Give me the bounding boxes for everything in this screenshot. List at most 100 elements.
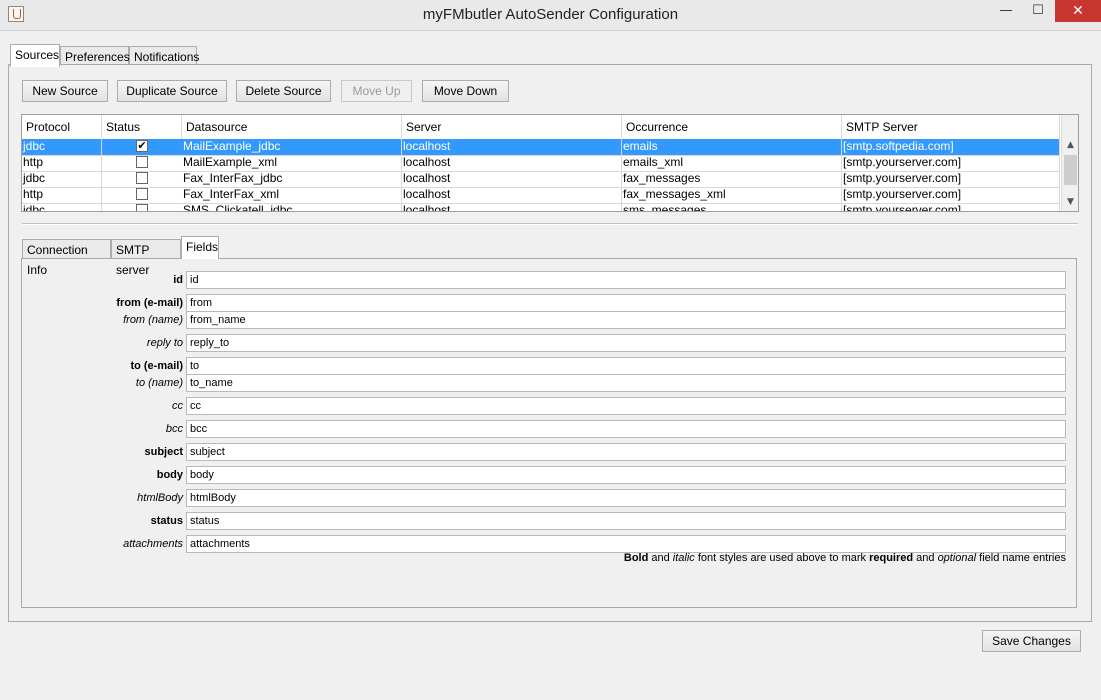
- table-header: Protocol Status Datasource Server Occurr…: [22, 115, 1060, 140]
- close-button[interactable]: ✕: [1055, 0, 1101, 22]
- column-header-datasource[interactable]: Datasource: [182, 115, 402, 139]
- body-field[interactable]: body: [186, 466, 1066, 484]
- window-title: myFMbutler AutoSender Configuration: [422, 6, 679, 23]
- scroll-up-icon[interactable]: ▲: [1062, 137, 1078, 154]
- note-text: field name entries: [976, 552, 1066, 564]
- tab-connection-info[interactable]: Connection Info: [22, 239, 111, 277]
- cell-datasource: Fax_InterFax_xml: [182, 187, 402, 203]
- cell-occurrence: fax_messages: [622, 171, 842, 187]
- label-reply-to: reply to: [146, 337, 183, 349]
- label-to-email: to (e-mail): [130, 360, 183, 372]
- cell-protocol: http: [22, 155, 102, 171]
- scroll-thumb[interactable]: [1064, 155, 1077, 185]
- cell-datasource: Fax_InterFax_jdbc: [182, 171, 402, 187]
- bcc-field[interactable]: bcc: [186, 420, 1066, 438]
- splitter[interactable]: [22, 223, 1078, 225]
- label-from-name: from (name): [123, 314, 183, 326]
- cell-occurrence: sms_messages: [622, 203, 842, 211]
- table-row[interactable]: jdbc SMS_Clickatell_jdbc localhost sms_m…: [22, 203, 1060, 211]
- note-text: and: [913, 552, 938, 564]
- status-checkbox[interactable]: [136, 188, 148, 200]
- table-row[interactable]: http Fax_InterFax_xml localhost fax_mess…: [22, 187, 1060, 204]
- move-down-button[interactable]: Move Down: [422, 80, 509, 102]
- note-text: and: [648, 552, 673, 564]
- label-id: id: [173, 274, 183, 286]
- from-name-field[interactable]: from_name: [186, 311, 1066, 329]
- cell-smtp-server: [smtp.yourserver.com]: [842, 155, 1060, 171]
- label-body: body: [156, 469, 183, 481]
- delete-source-button[interactable]: Delete Source: [236, 80, 331, 102]
- table-row[interactable]: jdbc Fax_InterFax_jdbc localhost fax_mes…: [22, 171, 1060, 188]
- table-row[interactable]: jdbc ✔ MailExample_jdbc localhost emails…: [22, 139, 1060, 156]
- label-cc: cc: [172, 400, 183, 412]
- table-row[interactable]: http MailExample_xml localhost emails_xm…: [22, 155, 1060, 172]
- scroll-down-icon[interactable]: ▼: [1062, 194, 1078, 211]
- status-field[interactable]: status: [186, 512, 1066, 530]
- tab-fields[interactable]: Fields: [181, 236, 219, 259]
- column-header-occurrence[interactable]: Occurrence: [622, 115, 842, 139]
- cell-smtp-server: [smtp.yourserver.com]: [842, 187, 1060, 203]
- label-html-body: htmlBody: [137, 492, 183, 504]
- note-text: font styles are used above to mark: [694, 552, 870, 564]
- tab-sources[interactable]: Sources: [10, 44, 60, 67]
- title-bar: myFMbutler AutoSender Configuration — ☐ …: [0, 0, 1101, 31]
- cell-occurrence: fax_messages_xml: [622, 187, 842, 203]
- label-attachments: attachments: [123, 538, 183, 550]
- status-checkbox[interactable]: [136, 172, 148, 184]
- cell-server: localhost: [402, 171, 622, 187]
- cell-protocol: jdbc: [22, 203, 102, 211]
- cell-occurrence: emails_xml: [622, 155, 842, 171]
- label-status: status: [150, 515, 183, 527]
- new-source-button[interactable]: New Source: [22, 80, 108, 102]
- save-changes-button[interactable]: Save Changes: [982, 630, 1081, 652]
- id-field[interactable]: id: [186, 271, 1066, 289]
- note-bold: Bold: [623, 552, 649, 564]
- note-optional: optional: [937, 552, 977, 564]
- cell-datasource: MailExample_jdbc: [182, 139, 402, 155]
- reply-to-field[interactable]: reply_to: [186, 334, 1066, 352]
- to-email-field[interactable]: to: [186, 357, 1066, 375]
- status-checkbox[interactable]: ✔: [136, 140, 148, 152]
- field-style-note: Bold and italic font styles are used abo…: [600, 552, 1066, 564]
- tab-notifications[interactable]: Notifications: [129, 46, 199, 66]
- cell-server: localhost: [402, 203, 622, 211]
- label-from-email: from (e-mail): [116, 297, 183, 309]
- subject-field[interactable]: subject: [186, 443, 1066, 461]
- cell-protocol: jdbc: [22, 139, 102, 155]
- html-body-field[interactable]: htmlBody: [186, 489, 1066, 507]
- minimize-button[interactable]: —: [991, 0, 1021, 22]
- cell-datasource: SMS_Clickatell_jdbc: [182, 203, 402, 211]
- column-header-smtp-server[interactable]: SMTP Server: [842, 115, 1060, 139]
- cell-smtp-server: [smtp.yourserver.com]: [842, 203, 1060, 211]
- cell-protocol: http: [22, 187, 102, 203]
- tab-preferences[interactable]: Preferences: [60, 46, 130, 66]
- status-checkbox[interactable]: [136, 156, 148, 168]
- to-name-field[interactable]: to_name: [186, 374, 1066, 392]
- label-bcc: bcc: [165, 423, 183, 435]
- column-header-server[interactable]: Server: [402, 115, 622, 139]
- maximize-button[interactable]: ☐: [1023, 0, 1053, 22]
- cell-datasource: MailExample_xml: [182, 155, 402, 171]
- cell-server: localhost: [402, 155, 622, 171]
- cell-smtp-server: [smtp.yourserver.com]: [842, 171, 1060, 187]
- cell-server: localhost: [402, 187, 622, 203]
- cell-smtp-server: [smtp.softpedia.com]: [842, 139, 1060, 155]
- table-scrollbar[interactable]: ▲ ▼: [1061, 115, 1078, 211]
- label-subject: subject: [144, 446, 183, 458]
- cell-occurrence: emails: [622, 139, 842, 155]
- cell-server: localhost: [402, 139, 622, 155]
- column-header-protocol[interactable]: Protocol: [22, 115, 102, 139]
- note-required: required: [869, 552, 914, 564]
- sources-table[interactable]: Protocol Status Datasource Server Occurr…: [21, 114, 1079, 212]
- column-header-status[interactable]: Status: [102, 115, 182, 139]
- from-email-field[interactable]: from: [186, 294, 1066, 312]
- cell-protocol: jdbc: [22, 171, 102, 187]
- note-italic: italic: [672, 552, 695, 564]
- status-checkbox[interactable]: [136, 204, 148, 211]
- duplicate-source-button[interactable]: Duplicate Source: [117, 80, 227, 102]
- move-up-button[interactable]: Move Up: [341, 80, 412, 102]
- cc-field[interactable]: cc: [186, 397, 1066, 415]
- attachments-field[interactable]: attachments: [186, 535, 1066, 553]
- label-to-name: to (name): [135, 377, 183, 389]
- tab-smtp-server[interactable]: SMTP server: [111, 239, 181, 277]
